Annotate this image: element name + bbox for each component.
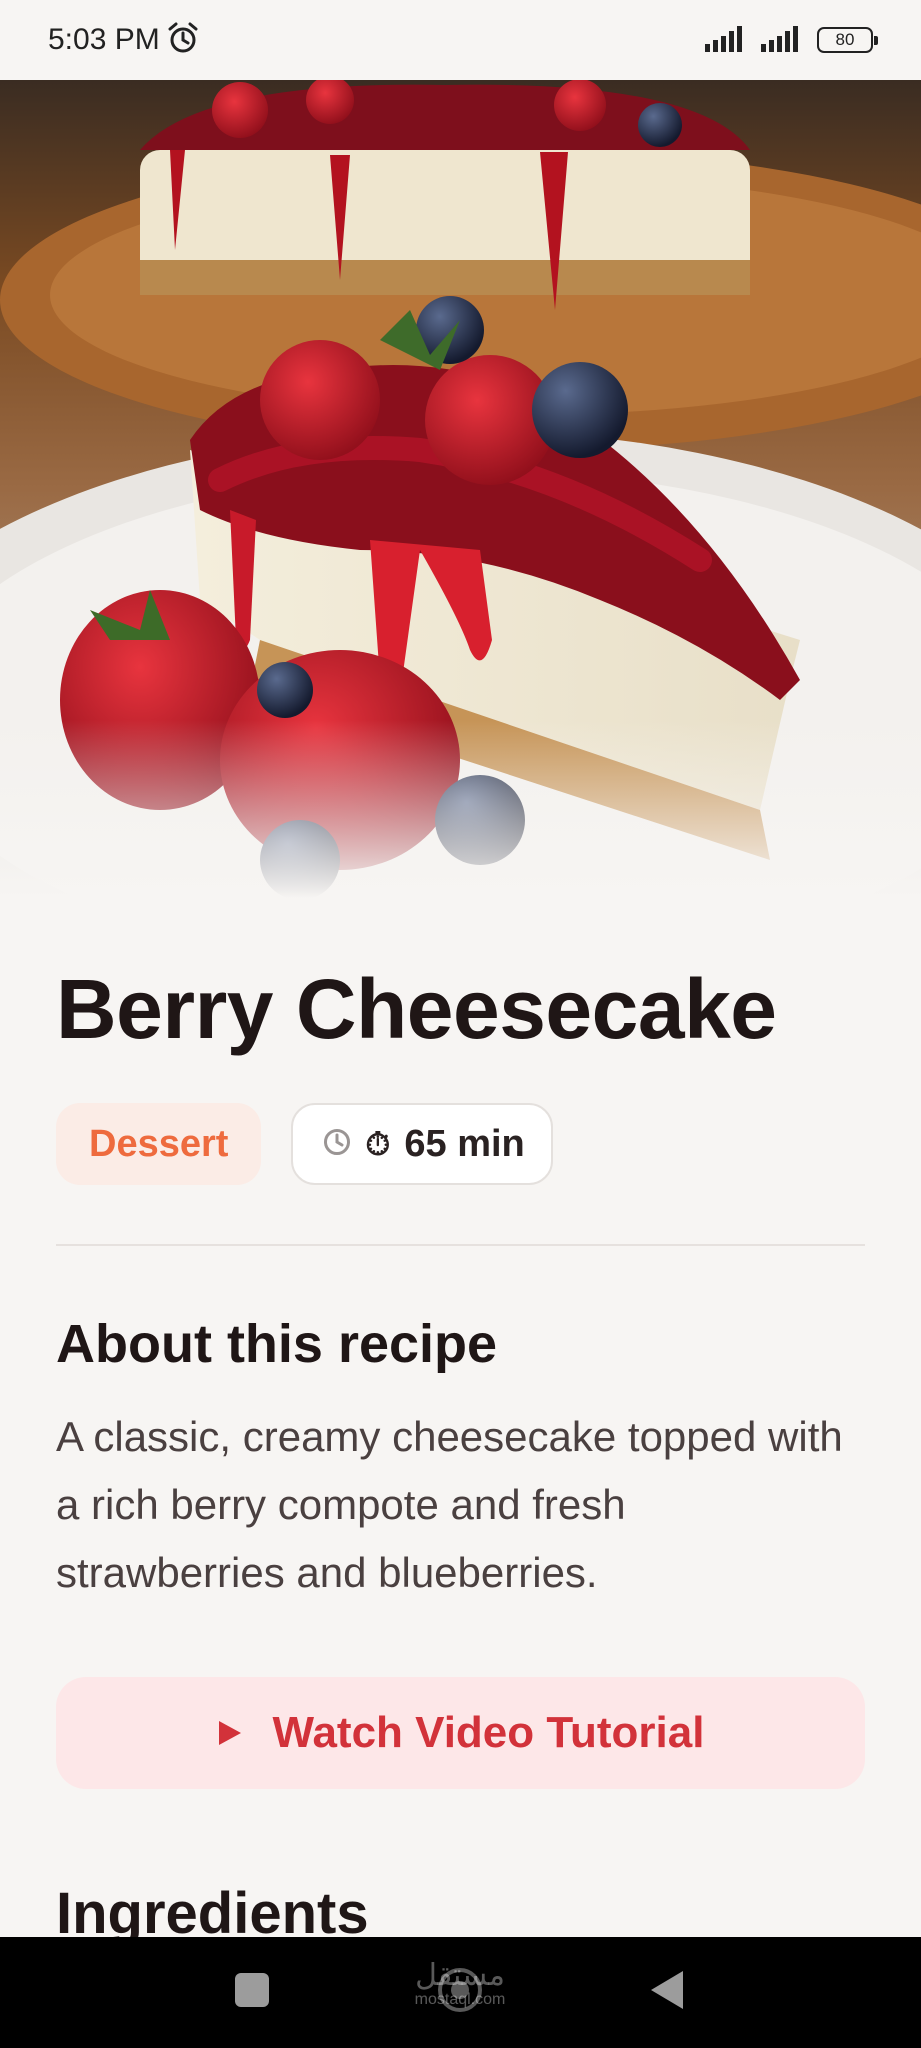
alarm-icon	[166, 21, 200, 60]
stopwatch-icon: ⏱	[365, 1124, 391, 1163]
clock-icon	[323, 1123, 351, 1166]
recent-apps-icon	[234, 1972, 270, 2013]
back-icon	[649, 1969, 685, 2016]
time-chip: ⏱ 65 min	[291, 1103, 553, 1185]
play-icon	[217, 1708, 243, 1758]
status-time: 5:03 PM	[48, 23, 160, 56]
recent-apps-button[interactable]	[192, 1937, 312, 2048]
watermark-latin: mostaql.com	[414, 1991, 506, 2008]
status-left: 5:03 PM	[48, 21, 200, 60]
status-right: 80	[705, 24, 878, 57]
about-heading: About this recipe	[56, 1314, 498, 1374]
watch-video-button[interactable]: Watch Video Tutorial	[56, 1677, 865, 1789]
watch-video-label: Watch Video Tutorial	[272, 1708, 705, 1757]
watermark: مستقل mostaql.com	[390, 1961, 530, 2009]
divider	[56, 1244, 865, 1246]
signal-icon	[761, 24, 805, 57]
battery-level: 80	[835, 30, 855, 49]
signal-icon	[705, 24, 749, 57]
back-button[interactable]	[607, 1937, 727, 2048]
watermark-arabic: مستقل	[415, 1958, 505, 1993]
hero-image	[0, 80, 921, 898]
navigation-bar: مستقل mostaql.com	[0, 1937, 921, 2048]
battery-icon: 80	[817, 27, 878, 53]
recipe-title: Berry Cheesecake	[56, 962, 777, 1056]
status-bar: 5:03 PM 80	[0, 0, 921, 80]
recipe-meta-chips: Dessert ⏱ 65 min	[56, 1103, 553, 1185]
recipe-description: A classic, creamy cheesecake topped with…	[56, 1413, 843, 1596]
category-chip: Dessert	[56, 1103, 262, 1185]
time-value: 65 min	[404, 1122, 525, 1165]
